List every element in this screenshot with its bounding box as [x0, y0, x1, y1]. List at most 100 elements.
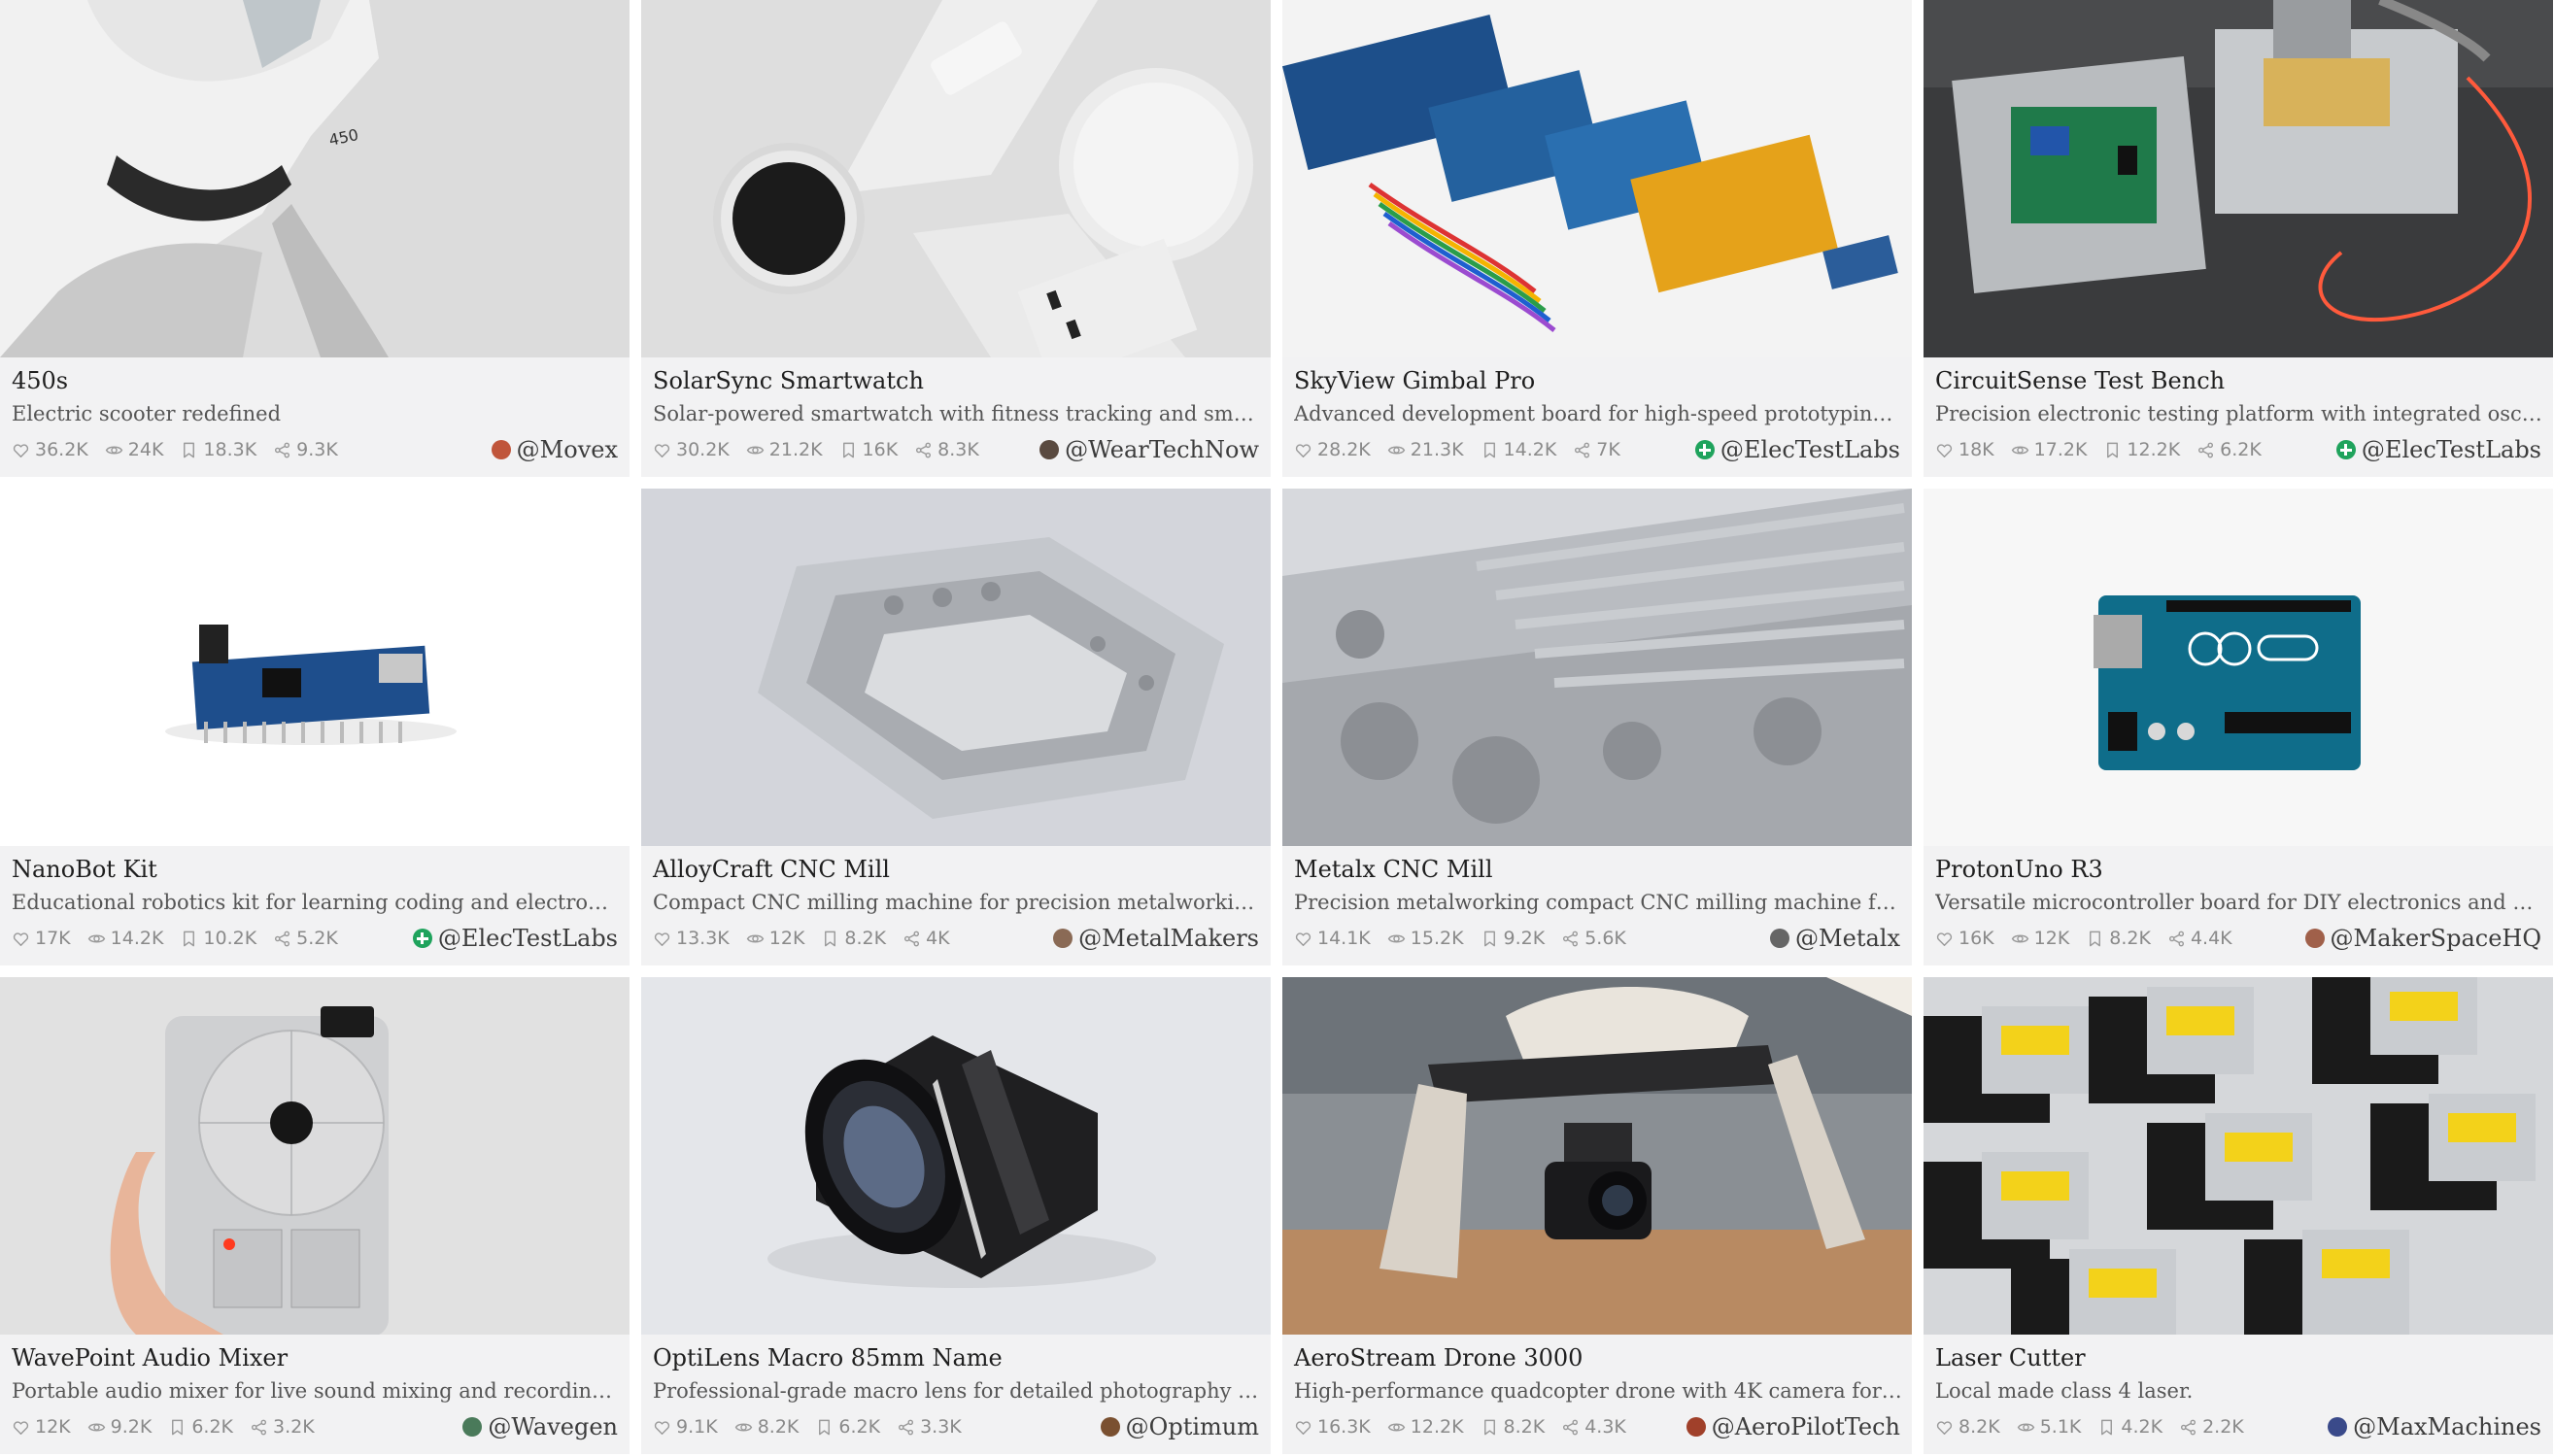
saves-stat[interactable]: 8.2K [1481, 1416, 1545, 1438]
bookmark-icon[interactable] [2097, 1418, 2116, 1437]
author-link[interactable]: @Movex [491, 436, 618, 463]
product-title[interactable]: 450s [12, 367, 68, 394]
author-link[interactable]: @Metalx [1770, 925, 1900, 952]
product-card[interactable]: Laser Cutter Local made class 4 laser. 8.2… [1924, 977, 2553, 1454]
share-icon[interactable] [914, 441, 933, 459]
product-thumbnail[interactable] [641, 0, 1271, 357]
product-thumbnail[interactable] [0, 977, 630, 1335]
product-card[interactable]: Metalx CNC Mill Precision metalworking co… [1282, 489, 1912, 965]
bookmark-icon[interactable] [1481, 930, 1499, 948]
author-link[interactable]: @MakerSpaceHQ [2304, 925, 2541, 952]
product-card[interactable]: WavePoint Audio Mixer Portable audio mixe… [0, 977, 630, 1454]
author-link[interactable]: @WearTechNow [1039, 436, 1259, 463]
bookmark-icon[interactable] [2086, 930, 2104, 948]
product-card[interactable]: 450 450s Electric scooter redefined 36.2K 24… [0, 0, 630, 477]
bookmark-icon[interactable] [839, 441, 858, 459]
share-icon[interactable] [897, 1418, 915, 1437]
heart-icon[interactable] [12, 930, 30, 948]
likes-stat[interactable]: 17K [12, 928, 71, 949]
shares-stat[interactable]: 4.3K [1561, 1416, 1626, 1438]
product-thumbnail[interactable] [1282, 489, 1912, 846]
product-title[interactable]: Laser Cutter [1935, 1344, 2086, 1371]
saves-stat[interactable]: 12.2K [2103, 439, 2180, 460]
shares-stat[interactable]: 7K [1573, 439, 1620, 460]
heart-icon[interactable] [12, 1418, 30, 1437]
product-thumbnail[interactable] [1924, 0, 2553, 357]
product-card[interactable]: OptiLens Macro 85mm Name Professional-gra… [641, 977, 1271, 1454]
product-title[interactable]: AlloyCraft CNC Mill [653, 856, 890, 883]
heart-icon[interactable] [653, 441, 671, 459]
heart-icon[interactable] [653, 1418, 671, 1437]
product-card[interactable]: CircuitSense Test Bench Precision electro… [1924, 0, 2553, 477]
saves-stat[interactable]: 14.2K [1481, 439, 1556, 460]
product-thumbnail[interactable] [1282, 977, 1912, 1335]
share-icon[interactable] [2167, 930, 2186, 948]
author-link[interactable]: @ElecTestLabs [1694, 436, 1900, 463]
author-name[interactable]: @Movex [517, 436, 618, 463]
product-title[interactable]: AeroStream Drone 3000 [1294, 1344, 1583, 1371]
author-name[interactable]: @AeroPilotTech [1712, 1413, 1900, 1440]
author-name[interactable]: @MetalMakers [1078, 925, 1259, 952]
bookmark-icon[interactable] [1481, 441, 1499, 459]
share-icon[interactable] [1573, 441, 1591, 459]
bookmark-icon[interactable] [821, 930, 839, 948]
saves-stat[interactable]: 6.2K [815, 1416, 880, 1438]
product-title[interactable]: SolarSync Smartwatch [653, 367, 924, 394]
author-name[interactable]: @Optimum [1126, 1413, 1259, 1440]
shares-stat[interactable]: 8.3K [914, 439, 979, 460]
product-thumbnail[interactable] [1282, 0, 1912, 357]
product-title[interactable]: OptiLens Macro 85mm Name [653, 1344, 1003, 1371]
author-link[interactable]: @AeroPilotTech [1686, 1413, 1900, 1440]
saves-stat[interactable]: 8.2K [821, 928, 886, 949]
likes-stat[interactable]: 18K [1935, 439, 1994, 460]
heart-icon[interactable] [1294, 441, 1312, 459]
product-card[interactable]: SolarSync Smartwatch Solar-powered smartw… [641, 0, 1271, 477]
product-card[interactable]: AlloyCraft CNC Mill Compact CNC milling m… [641, 489, 1271, 965]
product-thumbnail[interactable] [0, 489, 630, 846]
saves-stat[interactable]: 4.2K [2097, 1416, 2162, 1438]
likes-stat[interactable]: 28.2K [1294, 439, 1371, 460]
author-link[interactable]: @ElecTestLabs [412, 925, 618, 952]
heart-icon[interactable] [653, 930, 671, 948]
author-link[interactable]: @MetalMakers [1053, 925, 1259, 952]
product-title[interactable]: CircuitSense Test Bench [1935, 367, 2225, 394]
shares-stat[interactable]: 4K [902, 928, 950, 949]
product-title[interactable]: WavePoint Audio Mixer [12, 1344, 288, 1371]
product-thumbnail[interactable]: 450 [0, 0, 630, 357]
bookmark-icon[interactable] [168, 1418, 187, 1437]
likes-stat[interactable]: 14.1K [1294, 928, 1371, 949]
share-icon[interactable] [902, 930, 921, 948]
product-thumbnail[interactable] [1924, 489, 2553, 846]
product-title[interactable]: Metalx CNC Mill [1294, 856, 1493, 883]
saves-stat[interactable]: 9.2K [1481, 928, 1545, 949]
heart-icon[interactable] [1294, 1418, 1312, 1437]
saves-stat[interactable]: 18.3K [180, 439, 256, 460]
product-card[interactable]: SkyView Gimbal Pro Advanced development b… [1282, 0, 1912, 477]
shares-stat[interactable]: 2.2K [2179, 1416, 2244, 1438]
product-thumbnail[interactable] [1924, 977, 2553, 1335]
bookmark-icon[interactable] [180, 930, 198, 948]
bookmark-icon[interactable] [815, 1418, 834, 1437]
heart-icon[interactable] [12, 441, 30, 459]
heart-icon[interactable] [1935, 1418, 1954, 1437]
author-name[interactable]: @ElecTestLabs [2362, 436, 2541, 463]
likes-stat[interactable]: 16K [1935, 928, 1994, 949]
share-icon[interactable] [2179, 1418, 2197, 1437]
author-link[interactable]: @Wavegen [462, 1413, 618, 1440]
saves-stat[interactable]: 6.2K [168, 1416, 233, 1438]
bookmark-icon[interactable] [2103, 441, 2122, 459]
author-link[interactable]: @MaxMachines [2328, 1413, 2541, 1440]
product-title[interactable]: NanoBot Kit [12, 856, 157, 883]
share-icon[interactable] [2196, 441, 2215, 459]
likes-stat[interactable]: 16.3K [1294, 1416, 1371, 1438]
shares-stat[interactable]: 3.3K [897, 1416, 962, 1438]
author-name[interactable]: @Metalx [1795, 925, 1900, 952]
saves-stat[interactable]: 8.2K [2086, 928, 2151, 949]
shares-stat[interactable]: 3.2K [250, 1416, 315, 1438]
likes-stat[interactable]: 30.2K [653, 439, 730, 460]
share-icon[interactable] [273, 441, 291, 459]
author-name[interactable]: @ElecTestLabs [1720, 436, 1900, 463]
bookmark-icon[interactable] [1481, 1418, 1499, 1437]
shares-stat[interactable]: 9.3K [273, 439, 338, 460]
product-card[interactable]: NanoBot Kit Educational robotics kit for … [0, 489, 630, 965]
